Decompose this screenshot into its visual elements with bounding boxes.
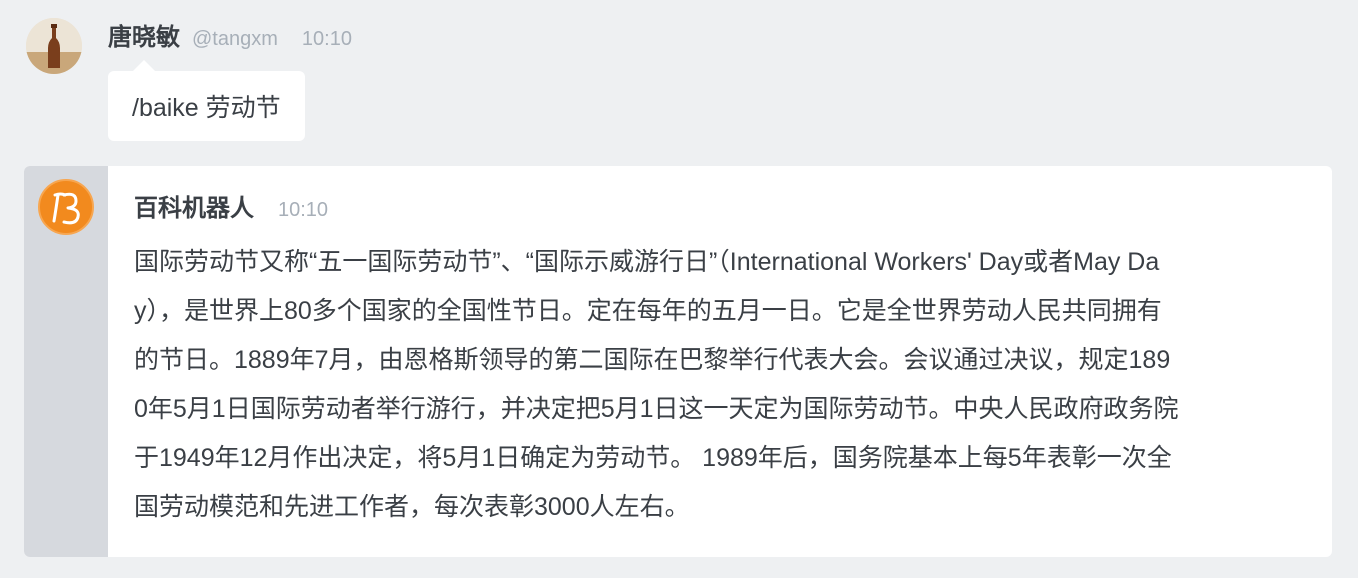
bot-message-line: 国际劳动节又称“五一国际劳动节”、“国际示威游行日”（International… [134,248,1160,276]
bot-message-card: 百科机器人 10:10 国际劳动节又称“五一国际劳动节”、“国际示威游行日”（I… [24,166,1332,557]
bot-message-time: 10:10 [278,199,329,221]
bot-message-line: 国劳动模范和先进工作者，每次表彰3000人左右。 [134,493,690,521]
user-name[interactable]: 唐晓敏 [108,17,180,52]
user-handle[interactable]: @tangxm [192,28,278,51]
bot-name[interactable]: 百科机器人 [134,188,254,223]
bot-message-line: 于1949年12月作出决定，将5月1日确定为劳动节。 1989年后，国务院基本上… [134,444,1172,472]
bot-message-stripe [24,166,108,557]
chat-page: 唐晓敏 @tangxm 10:10 /baike 劳动节 百科机器人 10:10… [0,0,1358,578]
bot-message-text: 国际劳动节又称“五一国际劳动节”、“国际示威游行日”（International… [134,238,1312,532]
user-message-text: /baike 劳动节 [132,94,281,122]
bot-message-line: 0年5月1日国际劳动者举行游行，并决定把5月1日这一天定为国际劳动节。中央人民政… [134,395,1179,423]
bottle-photo-avatar-icon [26,18,82,74]
baike-logo-avatar-icon [38,179,94,235]
user-message-time: 10:10 [301,28,352,50]
bot-message-header: 百科机器人 10:10 [134,188,328,223]
bot-message-line: y），是世界上80多个国家的全国性节日。定在每年的五月一日。它是全世界劳动人民共… [134,297,1162,325]
user-avatar[interactable] [26,18,82,74]
user-message-header: 唐晓敏 @tangxm 10:10 [108,17,352,53]
bot-avatar[interactable] [38,179,94,235]
user-message-bubble: /baike 劳动节 [108,71,305,141]
bot-message-line: 的节日。1889年7月，由恩格斯领导的第二国际在巴黎举行代表大会。会议通过决议，… [134,346,1171,374]
